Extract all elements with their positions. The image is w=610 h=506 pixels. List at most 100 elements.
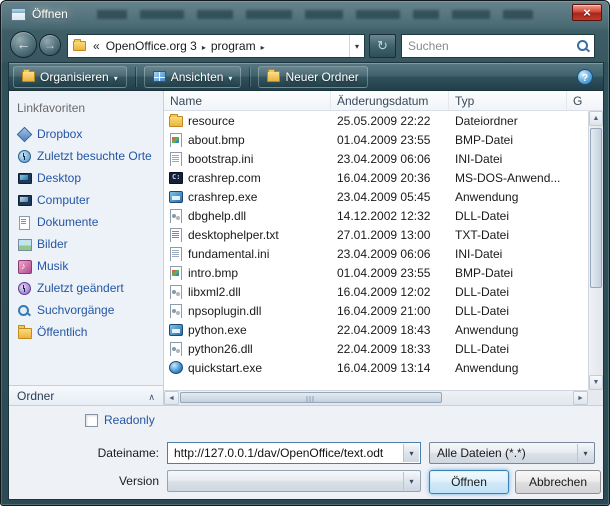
search-box[interactable] (401, 34, 595, 58)
filetype-dropdown-arrow[interactable] (577, 444, 593, 462)
close-button[interactable] (572, 4, 602, 21)
table-row[interactable]: quickstart.exe 16.04.2009 13:14 Anwendun… (164, 358, 588, 377)
table-row[interactable]: crashrep.exe 23.04.2009 05:45 Anwendung (164, 187, 588, 206)
sidebar-item-pictures[interactable]: Bilder (9, 233, 163, 255)
file-list: Name Änderungsdatum Typ G resource 25.05… (164, 91, 603, 405)
scroll-down-button[interactable] (589, 375, 603, 390)
breadcrumb-item-program[interactable]: program (208, 35, 259, 57)
column-header-date[interactable]: Änderungsdatum (331, 91, 449, 110)
sidebar-item-dropbox[interactable]: Dropbox (9, 123, 163, 145)
vertical-scroll-thumb[interactable] (590, 128, 602, 288)
refresh-button[interactable] (369, 34, 396, 58)
table-row[interactable]: npsoplugin.dll 16.04.2009 21:00 DLL-Date… (164, 301, 588, 320)
close-icon (583, 6, 591, 20)
file-name-cell: resource (164, 114, 331, 128)
views-button[interactable]: Ansichten (144, 66, 242, 88)
new-folder-button[interactable]: Neuer Ordner (258, 66, 367, 88)
search-input[interactable] (402, 39, 575, 53)
file-type-cell: BMP-Datei (449, 133, 567, 147)
file-name: dbghelp.dll (188, 209, 246, 223)
table-row[interactable]: python26.dll 22.04.2009 18:33 DLL-Datei (164, 339, 588, 358)
address-dropdown-button[interactable] (349, 35, 364, 57)
titlebar[interactable]: Öffnen (1, 1, 609, 29)
folders-label: Ordner (17, 389, 54, 403)
cancel-button[interactable]: Abbrechen (515, 470, 601, 494)
help-button[interactable] (577, 69, 593, 85)
file-date-cell: 23.04.2009 05:45 (331, 190, 449, 204)
refresh-icon (377, 39, 388, 53)
column-header-name[interactable]: Name (164, 91, 331, 110)
sidebar-item-searches[interactable]: Suchvorgänge (9, 299, 163, 321)
main-area: Linkfavoriten Dropbox Zuletzt besuchte O… (9, 91, 603, 405)
horizontal-scroll-thumb[interactable] (180, 392, 442, 403)
sidebar-item-label: Bilder (37, 237, 68, 251)
file-type-cell: BMP-Datei (449, 266, 567, 280)
views-label: Ansichten (171, 70, 224, 84)
vertical-scrollbar[interactable] (588, 111, 603, 390)
sidebar-item-public[interactable]: Öffentlich (9, 321, 163, 343)
chevron-right-icon[interactable] (259, 39, 267, 53)
sidebar-item-documents[interactable]: Dokumente (9, 211, 163, 233)
file-name: intro.bmp (188, 266, 238, 280)
file-date-cell: 16.04.2009 20:36 (331, 171, 449, 185)
file-icon-txt (169, 228, 183, 242)
table-row[interactable]: bootstrap.ini 23.04.2009 06:06 INI-Datei (164, 149, 588, 168)
address-bar[interactable]: OpenOffice.org 3 program (67, 34, 365, 58)
file-name-cell: npsoplugin.dll (164, 304, 331, 318)
new-folder-label: Neuer Ordner (285, 70, 358, 84)
readonly-checkbox[interactable] (85, 414, 98, 427)
file-type-cell: Anwendung (449, 190, 567, 204)
file-date-cell: 22.04.2009 18:43 (331, 323, 449, 337)
open-button[interactable]: Öffnen (429, 470, 509, 494)
breadcrumb-overflow-chevron[interactable] (90, 35, 103, 57)
folders-expander[interactable]: Ordner (9, 385, 163, 405)
table-row[interactable]: crashrep.com 16.04.2009 20:36 MS-DOS-Anw… (164, 168, 588, 187)
filename-combobox[interactable] (167, 442, 421, 464)
scroll-up-button[interactable] (589, 111, 603, 126)
file-name: bootstrap.ini (188, 152, 253, 166)
folder-icon (73, 41, 86, 51)
scroll-right-button[interactable] (573, 391, 588, 405)
organize-button[interactable]: Organisieren (13, 66, 127, 88)
file-type-cell: Anwendung (449, 361, 567, 375)
scroll-left-button[interactable] (164, 391, 179, 405)
public-icon (17, 326, 31, 339)
toolbar-separator (249, 67, 250, 87)
table-row[interactable]: resource 25.05.2009 22:22 Dateiordner (164, 111, 588, 130)
filename-dropdown-arrow[interactable] (403, 444, 419, 462)
version-dropdown-arrow[interactable] (403, 472, 419, 490)
sidebar-item-recently-changed[interactable]: Zuletzt geändert (9, 277, 163, 299)
column-header-type[interactable]: Typ (449, 91, 567, 110)
back-button[interactable] (10, 31, 37, 58)
table-row[interactable]: intro.bmp 01.04.2009 23:55 BMP-Datei (164, 263, 588, 282)
filename-input[interactable] (170, 444, 402, 462)
version-dropdown[interactable] (167, 470, 421, 492)
column-header-size[interactable]: G (567, 91, 603, 110)
file-name-cell: dbghelp.dll (164, 209, 331, 223)
sidebar-item-computer[interactable]: Computer (9, 189, 163, 211)
file-icon-dll (169, 342, 183, 356)
table-row[interactable]: libxml2.dll 16.04.2009 12:02 DLL-Datei (164, 282, 588, 301)
table-row[interactable]: desktophelper.txt 27.01.2009 13:00 TXT-D… (164, 225, 588, 244)
table-row[interactable]: about.bmp 01.04.2009 23:55 BMP-Datei (164, 130, 588, 149)
chevron-up-icon (148, 389, 155, 403)
forward-button[interactable] (39, 34, 61, 56)
table-row[interactable]: fundamental.ini 23.04.2009 06:06 INI-Dat… (164, 244, 588, 263)
filetype-dropdown[interactable]: Alle Dateien (*.*) (429, 442, 595, 464)
filename-label: Dateiname: (9, 446, 159, 460)
sidebar-item-desktop[interactable]: Desktop (9, 167, 163, 189)
file-date-cell: 23.04.2009 06:06 (331, 152, 449, 166)
chevron-right-icon[interactable] (200, 39, 208, 53)
sidebar-item-music[interactable]: Musik (9, 255, 163, 277)
horizontal-scrollbar[interactable] (164, 390, 588, 405)
bottom-panel: Readonly Dateiname: Alle Dateien (*.*) V… (9, 405, 603, 499)
pictures-icon (17, 238, 31, 251)
readonly-label[interactable]: Readonly (104, 413, 155, 427)
table-row[interactable]: python.exe 22.04.2009 18:43 Anwendung (164, 320, 588, 339)
breadcrumb-item-openoffice[interactable]: OpenOffice.org 3 (103, 35, 200, 57)
file-name: libxml2.dll (188, 285, 241, 299)
back-arrow-icon (17, 37, 31, 52)
organize-label: Organisieren (40, 70, 109, 84)
table-row[interactable]: dbghelp.dll 14.12.2002 12:32 DLL-Datei (164, 206, 588, 225)
sidebar-item-recent-places[interactable]: Zuletzt besuchte Orte (9, 145, 163, 167)
